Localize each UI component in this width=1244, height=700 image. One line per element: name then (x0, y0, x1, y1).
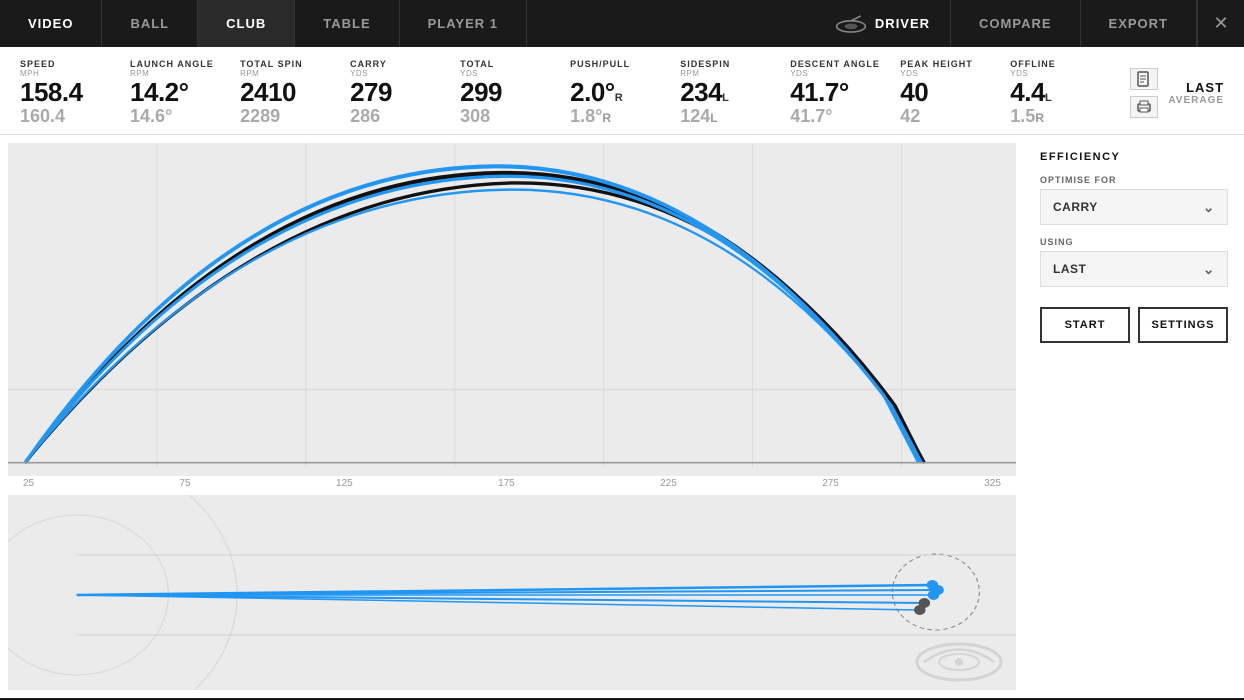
metric-descent: DESCENT ANGLE YDS 41.7° 41.7° (790, 59, 900, 126)
metric-launch-avg: 14.6° (130, 107, 240, 127)
chevron-down-icon: ⌄ (1203, 199, 1215, 216)
metric-total: TOTAL YDS 299 308 (460, 59, 570, 126)
metric-speed: SPEED MPH 158.4 160.4 (20, 59, 130, 126)
optimise-dropdown[interactable]: CARRY ⌄ (1040, 189, 1228, 225)
metric-pushpull-main: 2.0°R (570, 78, 680, 107)
nav-driver[interactable]: DRIVER (815, 0, 951, 47)
metric-peak: PEAK HEIGHT YDS 40 42 (900, 59, 1010, 126)
right-panel: EFFICIENCY OPTIMISE FOR CARRY ⌄ USING LA… (1024, 135, 1244, 698)
nav-close[interactable]: ✕ (1197, 0, 1244, 47)
metric-spin-main: 2410 (240, 78, 350, 107)
metric-descent-avg: 41.7° (790, 107, 900, 127)
metric-peak-label: PEAK HEIGHT (900, 59, 1010, 69)
metric-carry-label: CARRY (350, 59, 460, 69)
action-buttons: START SETTINGS (1040, 307, 1228, 343)
metric-peak-avg: 42 (900, 107, 1010, 127)
metrics-icons (1130, 68, 1158, 118)
metric-sidespin-avg: 124L (680, 107, 790, 127)
watermark-icon (914, 632, 1004, 682)
metric-descent-main: 41.7° (790, 78, 900, 107)
metric-launch-main: 14.2° (130, 78, 240, 107)
efficiency-title: EFFICIENCY (1040, 151, 1228, 163)
metric-speed-label: SPEED (20, 59, 130, 69)
avg-label: AVERAGE (1168, 95, 1224, 106)
trajectory-svg (8, 143, 1016, 476)
optimise-label: OPTIMISE FOR (1040, 175, 1228, 185)
metric-sidespin-label: SIDESPIN (680, 59, 790, 69)
metric-offline-main: 4.4L (1010, 78, 1120, 107)
driver-icon (835, 14, 867, 34)
start-button[interactable]: START (1040, 307, 1130, 343)
metric-pushpull: PUSH/PULL 2.0°R 1.8°R (570, 59, 680, 126)
trajectory-chart (8, 143, 1016, 476)
last-avg-block: LAST AVERAGE (1168, 80, 1224, 106)
metric-speed-avg: 160.4 (20, 107, 130, 127)
metric-peak-main: 40 (900, 78, 1010, 107)
using-dropdown[interactable]: LAST ⌄ (1040, 251, 1228, 287)
metric-spin-avg: 2289 (240, 107, 350, 127)
metrics-bar: SPEED MPH 158.4 160.4 LAUNCH ANGLE RPM 1… (0, 47, 1244, 135)
pdf-icon[interactable] (1130, 68, 1158, 90)
metric-offline-label: OFFLINE (1010, 59, 1120, 69)
topdown-chart (8, 495, 1016, 690)
nav-table[interactable]: TABLE (295, 0, 399, 47)
x-axis: 25 75 125 175 225 275 325 (8, 476, 1016, 491)
metric-launch-label: LAUNCH ANGLE (130, 59, 240, 69)
metric-sidespin-main: 234L (680, 78, 790, 107)
topdown-svg (8, 495, 1016, 690)
metric-total-main: 299 (460, 78, 570, 107)
metric-total-label: TOTAL (460, 59, 570, 69)
last-label: LAST (1186, 80, 1224, 95)
metric-total-avg: 308 (460, 107, 570, 127)
chevron-down-icon-2: ⌄ (1203, 261, 1215, 278)
charts-area: 25 75 125 175 225 275 325 (0, 135, 1024, 698)
nav-export[interactable]: EXPORT (1081, 0, 1197, 47)
metric-launch: LAUNCH ANGLE RPM 14.2° 14.6° (130, 59, 240, 126)
metric-spin: TOTAL SPIN RPM 2410 2289 (240, 59, 350, 126)
metric-pushpull-label: PUSH/PULL (570, 59, 680, 69)
nav-compare[interactable]: COMPARE (951, 0, 1080, 47)
metric-carry-avg: 286 (350, 107, 460, 127)
metric-offline-avg: 1.5R (1010, 107, 1120, 127)
using-field: USING LAST ⌄ (1040, 237, 1228, 287)
nav-player1[interactable]: PLAYER 1 (400, 0, 527, 47)
main-content: 25 75 125 175 225 275 325 (0, 135, 1244, 698)
metric-speed-main: 158.4 (20, 78, 130, 107)
metric-carry: CARRY YDS 279 286 (350, 59, 460, 126)
settings-button[interactable]: SETTINGS (1138, 307, 1228, 343)
nav-video[interactable]: VIDEO (0, 0, 102, 47)
nav-club[interactable]: CLUB (198, 0, 295, 47)
metric-descent-label: DESCENT ANGLE (790, 59, 900, 69)
optimise-field: OPTIMISE FOR CARRY ⌄ (1040, 175, 1228, 225)
metric-pushpull-avg: 1.8°R (570, 107, 680, 127)
metric-offline: OFFLINE YDS 4.4L 1.5R (1010, 59, 1120, 126)
nav-bar: VIDEO BALL CLUB TABLE PLAYER 1 DRIVER CO… (0, 0, 1244, 47)
metric-carry-main: 279 (350, 78, 460, 107)
metric-sidespin: SIDESPIN RPM 234L 124L (680, 59, 790, 126)
using-label: USING (1040, 237, 1228, 247)
nav-ball[interactable]: BALL (102, 0, 198, 47)
print-icon[interactable] (1130, 96, 1158, 118)
metric-spin-label: TOTAL SPIN (240, 59, 350, 69)
